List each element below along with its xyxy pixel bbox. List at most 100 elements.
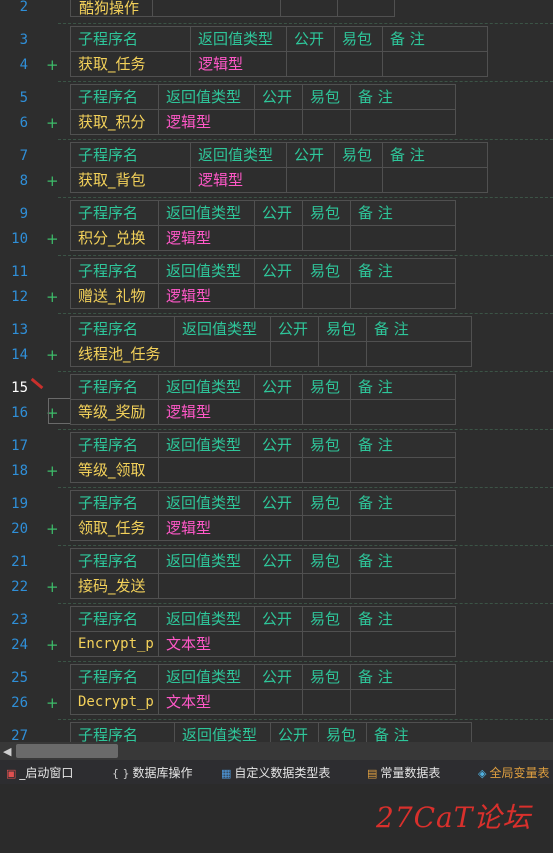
line-number: 5 — [19, 90, 28, 106]
horizontal-scrollbar[interactable]: ◀ — [0, 742, 553, 760]
return-type-cell[interactable] — [158, 573, 255, 599]
public-cell[interactable] — [254, 457, 303, 483]
note-cell[interactable] — [350, 515, 456, 541]
note-cell[interactable] — [382, 51, 488, 77]
easy-cell[interactable] — [302, 225, 351, 251]
expand-plus-icon[interactable]: + — [46, 113, 59, 133]
line-number: 10 — [11, 231, 28, 247]
return-type-cell[interactable] — [174, 341, 271, 367]
public-cell[interactable] — [254, 515, 303, 541]
sub-name-cell[interactable]: 等级_奖励 — [70, 399, 159, 425]
return-type-cell[interactable]: 逻辑型 — [158, 399, 255, 425]
note-cell[interactable] — [350, 225, 456, 251]
note-cell[interactable] — [366, 341, 472, 367]
tab-globals[interactable]: ◈ 全局变量表 — [478, 764, 549, 781]
easy-cell[interactable] — [302, 631, 351, 657]
note-cell[interactable] — [350, 689, 456, 715]
tab-window[interactable]: ▣ _启动窗口 — [6, 764, 73, 781]
header-ret: 返回值类型 — [158, 84, 255, 110]
sub-name-cell[interactable]: 领取_任务 — [70, 515, 159, 541]
expand-plus-icon[interactable]: + — [46, 287, 59, 307]
easy-cell[interactable] — [334, 167, 383, 193]
easy-cell[interactable] — [302, 515, 351, 541]
public-cell[interactable] — [254, 689, 303, 715]
header-easy: 易包 — [302, 258, 351, 284]
header-name: 子程序名 — [70, 606, 159, 632]
header-note: 备 注 — [350, 548, 456, 574]
sub-name-cell[interactable]: 线程池_任务 — [70, 341, 175, 367]
sub-name-cell[interactable]: 赠送_礼物 — [70, 283, 159, 309]
return-type-cell[interactable]: 逻辑型 — [158, 225, 255, 251]
code-editor[interactable]: 2 酷狗操作 3 4 + 子程序名 返回值类型 公开 易包备 注获取_任务 逻辑型 5 6 + 子程序… — [0, 0, 553, 742]
line-number: 25 — [11, 670, 28, 686]
sub-name-cell[interactable]: 获取_积分 — [70, 109, 159, 135]
public-cell[interactable] — [270, 341, 319, 367]
easy-cell[interactable] — [318, 341, 367, 367]
return-type-cell[interactable] — [158, 457, 255, 483]
tab-table[interactable]: ▦ 自定义数据类型表 — [221, 764, 330, 781]
note-cell[interactable] — [350, 399, 456, 425]
return-type-cell[interactable]: 逻辑型 — [190, 51, 287, 77]
return-type-cell[interactable]: 逻辑型 — [158, 515, 255, 541]
top-partial-table: 酷狗操作 — [70, 0, 395, 17]
public-cell[interactable] — [254, 225, 303, 251]
note-cell[interactable] — [350, 109, 456, 135]
easy-cell[interactable] — [334, 51, 383, 77]
header-ret: 返回值类型 — [190, 26, 287, 52]
tab-braces[interactable]: { } 数据库操作 — [112, 764, 193, 781]
note-cell[interactable] — [382, 167, 488, 193]
sub-name-cell[interactable]: Decrypt_p — [70, 689, 159, 715]
easy-cell[interactable] — [302, 689, 351, 715]
header-ret: 返回值类型 — [174, 722, 271, 742]
expand-plus-icon[interactable]: + — [46, 693, 59, 713]
header-public: 公开 — [254, 200, 303, 226]
public-cell[interactable] — [254, 283, 303, 309]
subroutine-table: 子程序名 返回值类型 公开 易包备 注等级_奖励 逻辑型 — [70, 374, 456, 425]
easy-cell[interactable] — [302, 283, 351, 309]
public-cell[interactable] — [254, 109, 303, 135]
expand-plus-icon[interactable]: + — [46, 229, 59, 249]
tab-constants[interactable]: ▤ 常量数据表 — [367, 764, 440, 781]
header-name: 子程序名 — [70, 722, 175, 742]
sub-name-cell[interactable]: 积分_兑换 — [70, 225, 159, 251]
public-cell[interactable] — [286, 51, 335, 77]
header-ret: 返回值类型 — [158, 200, 255, 226]
sub-name-cell[interactable]: 接码_发送 — [70, 573, 159, 599]
subroutine-table: 子程序名 返回值类型 公开 易包备 注积分_兑换 逻辑型 — [70, 200, 456, 251]
expand-plus-icon[interactable]: + — [46, 635, 59, 655]
header-public: 公开 — [254, 432, 303, 458]
sub-name-cell[interactable]: 酷狗操作 — [70, 0, 153, 17]
sub-name-cell[interactable]: 获取_背包 — [70, 167, 191, 193]
expand-plus-icon[interactable]: + — [46, 461, 59, 481]
note-cell[interactable] — [350, 631, 456, 657]
public-cell[interactable] — [254, 573, 303, 599]
expand-plus-icon[interactable]: + — [46, 55, 59, 75]
expand-plus-icon[interactable]: + — [46, 577, 59, 597]
expand-plus-icon[interactable]: + — [46, 171, 59, 191]
return-type-cell[interactable]: 文本型 — [158, 689, 255, 715]
public-cell[interactable] — [254, 399, 303, 425]
sub-name-cell[interactable]: 等级_领取 — [70, 457, 159, 483]
public-cell[interactable] — [286, 167, 335, 193]
easy-cell[interactable] — [302, 109, 351, 135]
return-type-cell[interactable]: 逻辑型 — [158, 283, 255, 309]
line-number: 19 — [11, 496, 28, 512]
easy-cell[interactable] — [302, 399, 351, 425]
header-name: 子程序名 — [70, 200, 159, 226]
note-cell[interactable] — [350, 573, 456, 599]
sub-name-cell[interactable]: 获取_任务 — [70, 51, 191, 77]
scrollbar-thumb[interactable] — [16, 744, 118, 758]
scroll-left-arrow-icon[interactable]: ◀ — [3, 745, 11, 758]
public-cell[interactable] — [254, 631, 303, 657]
easy-cell[interactable] — [302, 457, 351, 483]
return-type-cell[interactable]: 逻辑型 — [158, 109, 255, 135]
line-number: 7 — [19, 148, 28, 164]
expand-plus-icon[interactable]: + — [46, 519, 59, 539]
easy-cell[interactable] — [302, 573, 351, 599]
note-cell[interactable] — [350, 457, 456, 483]
note-cell[interactable] — [350, 283, 456, 309]
expand-plus-icon[interactable]: + — [46, 345, 59, 365]
sub-name-cell[interactable]: Encrypt_p — [70, 631, 159, 657]
return-type-cell[interactable]: 逻辑型 — [190, 167, 287, 193]
return-type-cell[interactable]: 文本型 — [158, 631, 255, 657]
